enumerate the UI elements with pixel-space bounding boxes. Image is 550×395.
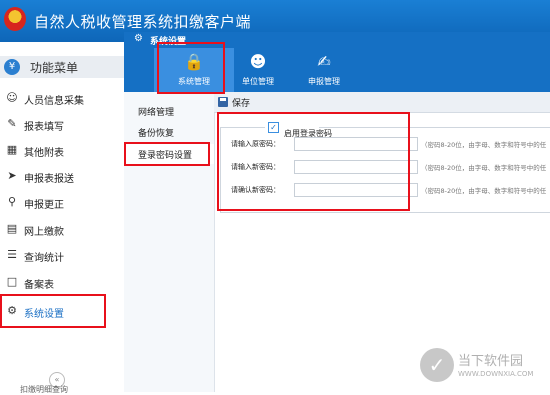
new-password-label: 请输入新密码： [231, 163, 280, 171]
new-password-hint: （密码8-20位，由字母、数字和符号中的任 [421, 164, 547, 172]
save-icon [218, 97, 228, 107]
national-emblem-icon [4, 7, 26, 31]
document-icon: □ [6, 275, 18, 288]
sidebar-item-label: 报表填写 [24, 122, 64, 133]
sidebar-item-system-settings[interactable]: ⚙ 系统设置 [0, 300, 124, 322]
sidebar-item-other-schedules[interactable]: ▦ 其他附表 [0, 139, 124, 161]
sidebar-item-label: 系统设置 [24, 309, 64, 320]
sidebar: ¥ 功能菜单 ☺ 人员信息采集 ✎ 报表填写 ▦ 其他附表 ➤ 申报表报送 ⚲ … [0, 42, 125, 392]
watermark-cn: 当下软件园 [458, 354, 524, 369]
login-password-group: ✓ 启用登录密码 请输入原密码： （密码8-20位，由字母、数字和符号中的任 请… [220, 121, 550, 213]
person-icon: ☺ [6, 91, 18, 104]
sidebar-item-personnel[interactable]: ☺ 人员信息采集 [0, 87, 124, 109]
edit-icon: ✎ [7, 117, 17, 130]
tab-label: 申报管理 [308, 77, 340, 86]
dialog-toolbar: 保存 [214, 92, 550, 113]
send-icon: ➤ [7, 169, 17, 182]
search-icon: ⚲ [7, 195, 17, 208]
subnav-item-label: 网络管理 [138, 108, 175, 118]
sidebar-item-label: 申报更正 [24, 200, 64, 211]
settings-subnav: 网络管理 备份恢复 登录密码设置 [124, 92, 215, 392]
subnav-item-label: 登录密码设置 [138, 151, 193, 161]
sidebar-bottom-peek: 扣缴明细查询 [20, 385, 68, 394]
confirm-password-label: 请确认新密码： [231, 186, 280, 194]
report-icon: ✍ [317, 52, 331, 71]
wallet-icon: ▤ [6, 222, 18, 235]
subnav-item-label: 备份恢复 [138, 129, 175, 139]
subnav-item-backup[interactable]: 备份恢复 [124, 122, 214, 142]
watermark-en: WWW.DOWNXIA.COM [458, 370, 534, 378]
chart-icon: ☰ [7, 248, 17, 261]
sidebar-item-label: 网上缴款 [24, 227, 64, 238]
old-password-hint: （密码8-20位，由字母、数字和符号中的任 [421, 141, 547, 149]
dialog-titlebar: ⚙ 系统设置 [124, 32, 550, 48]
function-menu-label: 功能菜单 [30, 61, 79, 75]
sidebar-item-report-fill[interactable]: ✎ 报表填写 [0, 113, 124, 135]
sidebar-item-label: 查询统计 [24, 253, 64, 264]
downxia-logo-icon: ✓ [420, 348, 454, 382]
gear-icon: ⚙ [134, 33, 143, 44]
function-menu-header: ¥ 功能菜单 [0, 56, 124, 78]
sidebar-item-label: 申报表报送 [24, 174, 74, 185]
grid-icon: ▦ [6, 143, 18, 156]
enable-login-password-checkbox[interactable]: ✓ [268, 122, 279, 133]
system-settings-dialog: ⚙ 系统设置 🔒 系统管理 ☻ 单位管理 ✍ 申报管理 网络管理 备份恢复 登录… [124, 32, 550, 392]
sidebar-item-correction[interactable]: ⚲ 申报更正 [0, 191, 124, 213]
subnav-item-network[interactable]: 网络管理 [124, 101, 214, 121]
subnav-item-login-password[interactable]: 登录密码设置 [124, 144, 214, 164]
app-title: 自然人税收管理系统扣缴客户端 [34, 13, 252, 31]
sidebar-item-label: 备案表 [24, 280, 54, 291]
gear-icon: ⚙ [7, 304, 17, 317]
dialog-title: 系统设置 [150, 37, 187, 47]
watermark: ✓ 当下软件园 WWW.DOWNXIA.COM [420, 348, 550, 388]
old-password-label: 请输入原密码： [231, 140, 280, 148]
tab-declaration-management[interactable]: ✍ 申报管理 [284, 48, 364, 92]
sidebar-item-submit[interactable]: ➤ 申报表报送 [0, 165, 124, 187]
save-button[interactable]: 保存 [232, 96, 250, 109]
yen-icon: ¥ [4, 59, 20, 75]
sidebar-item-label: 其他附表 [24, 148, 64, 159]
confirm-password-field[interactable] [294, 183, 418, 197]
old-password-field[interactable] [294, 137, 418, 151]
sidebar-item-label: 人员信息采集 [24, 96, 84, 107]
dialog-tabbar: 🔒 系统管理 ☻ 单位管理 ✍ 申报管理 [124, 48, 550, 92]
sidebar-item-query[interactable]: ☰ 查询统计 [0, 244, 124, 266]
sidebar-item-payment[interactable]: ▤ 网上缴款 [0, 218, 124, 240]
new-password-field[interactable] [294, 160, 418, 174]
enable-login-password[interactable]: ✓ 启用登录密码 [265, 121, 332, 138]
sidebar-item-filing[interactable]: □ 备案表 [0, 271, 124, 293]
confirm-password-hint: （密码8-20位，由字母、数字和符号中的任 [421, 187, 547, 195]
